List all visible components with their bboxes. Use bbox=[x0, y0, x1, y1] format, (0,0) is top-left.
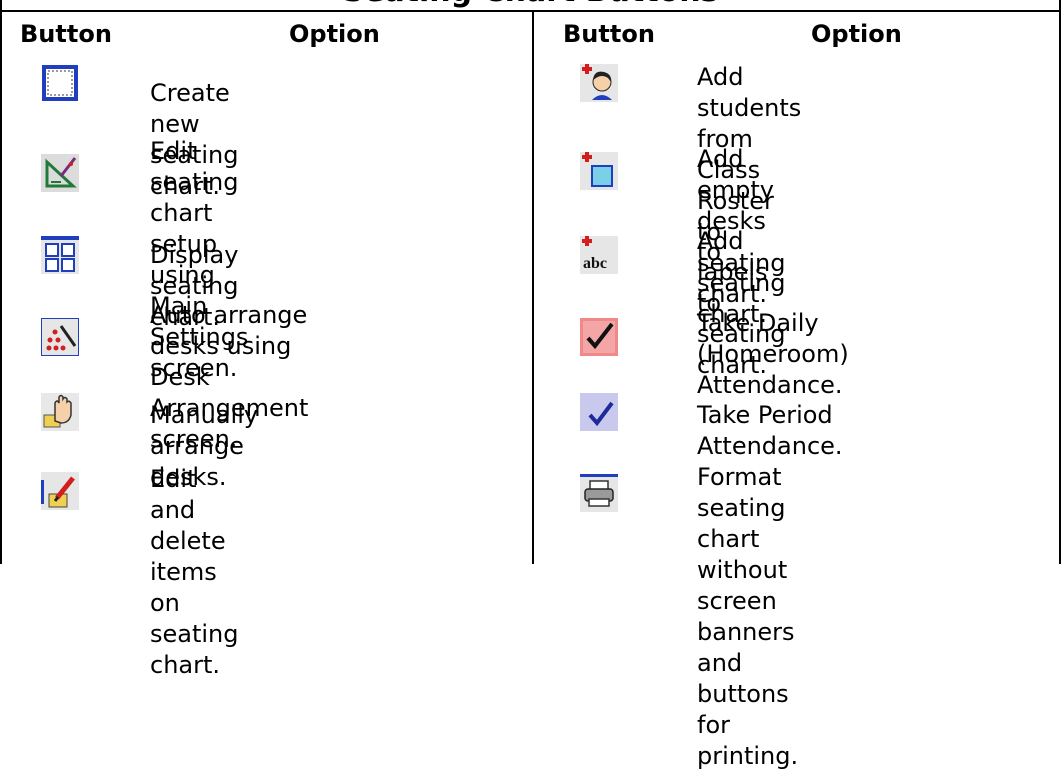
left-row-text: Edit and delete items on seating chart. bbox=[150, 465, 239, 679]
svg-text:abc: abc bbox=[583, 255, 607, 272]
display-grid-icon[interactable] bbox=[41, 236, 79, 274]
add-student-icon[interactable] bbox=[580, 64, 618, 102]
right-button-header: Button bbox=[563, 20, 655, 48]
right-row-text: Take Daily (Homeroom) Attendance. bbox=[697, 309, 849, 399]
auto-arrange-icon[interactable] bbox=[41, 318, 79, 356]
daily-attendance-check-icon[interactable] bbox=[580, 318, 618, 356]
manual-arrange-hand-icon[interactable] bbox=[41, 393, 79, 431]
period-attendance-check-icon[interactable] bbox=[580, 393, 618, 431]
right-option-header: Option bbox=[811, 20, 902, 48]
right-row-text: Take Period Attendance. bbox=[697, 401, 843, 460]
table-title: Seating Chart Buttons bbox=[2, 0, 1059, 10]
left-button-header: Button bbox=[20, 20, 112, 48]
column-divider bbox=[532, 12, 534, 564]
right-row-text: Format seating chart without screen bann… bbox=[697, 463, 799, 770]
button-reference-table: Seating Chart Buttons Button Option Butt… bbox=[0, 0, 1061, 770]
new-chart-icon[interactable] bbox=[41, 64, 79, 102]
add-label-abc-icon[interactable]: abc bbox=[580, 236, 618, 274]
printer-icon[interactable] bbox=[580, 474, 618, 512]
table-left-border bbox=[0, 12, 2, 564]
edit-delete-pencil-icon[interactable] bbox=[41, 472, 79, 510]
left-option-header: Option bbox=[289, 20, 380, 48]
add-desk-icon[interactable] bbox=[580, 152, 618, 190]
table-title-bar: Seating Chart Buttons bbox=[0, 0, 1061, 12]
setup-edit-icon[interactable] bbox=[41, 154, 79, 192]
